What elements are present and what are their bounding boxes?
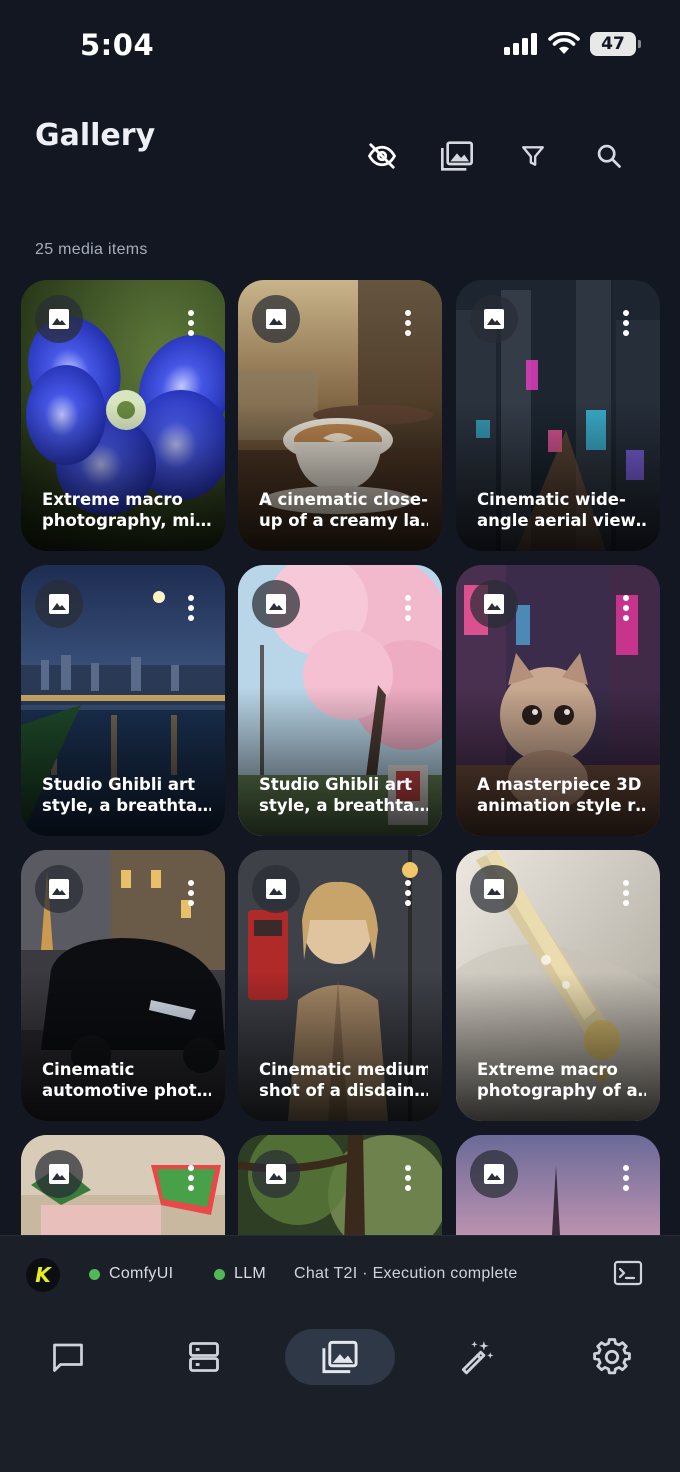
media-caption: Cinematic automotive phot… xyxy=(42,1060,211,1100)
chat-icon xyxy=(53,1343,83,1372)
media-card[interactable]: A cinematic close- up of a creamy la… xyxy=(238,280,442,551)
more-options-button[interactable] xyxy=(187,595,195,625)
status-bar: 5:04 47 xyxy=(0,0,680,90)
media-card[interactable] xyxy=(238,1135,442,1235)
image-icon xyxy=(484,594,504,614)
media-caption: Studio Ghibli art style, a breathta… xyxy=(42,775,211,815)
filter-button[interactable] xyxy=(513,136,553,176)
image-type-badge xyxy=(35,295,83,343)
magic-wand-icon xyxy=(461,1341,494,1375)
image-type-badge xyxy=(35,865,83,913)
llm-status: LLM xyxy=(214,1265,266,1283)
header-actions xyxy=(0,136,680,176)
nav-gallery[interactable] xyxy=(285,1329,395,1385)
more-options-button[interactable] xyxy=(404,1165,412,1195)
image-icon xyxy=(49,879,69,899)
more-options-button[interactable] xyxy=(187,1165,195,1195)
image-type-badge xyxy=(252,580,300,628)
bottom-navigation xyxy=(0,1311,680,1472)
filter-icon xyxy=(522,146,544,166)
media-caption: Studio Ghibli art style, a breathta… xyxy=(259,775,428,815)
status-dot xyxy=(214,1268,225,1280)
media-card[interactable]: Studio Ghibli art style, a breathta… xyxy=(21,565,225,836)
media-caption: A masterpiece 3D animation style r… xyxy=(477,775,646,815)
media-caption: Cinematic wide- angle aerial view… xyxy=(477,490,646,530)
media-caption: A cinematic close- up of a creamy la… xyxy=(259,490,428,530)
gallery-icon xyxy=(441,141,473,171)
media-caption: Cinematic medium shot of a disdain… xyxy=(259,1060,428,1100)
image-icon xyxy=(484,879,504,899)
media-caption: Extreme macro photography, mi… xyxy=(42,490,211,530)
more-options-button[interactable] xyxy=(404,595,412,625)
image-type-badge xyxy=(252,295,300,343)
media-grid: Extreme macro photography, mi… A cinemat… xyxy=(0,280,680,1235)
image-icon xyxy=(266,594,286,614)
search-icon xyxy=(597,144,621,168)
servers-icon xyxy=(189,1342,219,1372)
image-type-badge xyxy=(470,580,518,628)
albums-button[interactable] xyxy=(437,136,477,176)
nav-chat[interactable] xyxy=(13,1329,123,1385)
image-type-badge xyxy=(470,1150,518,1198)
hide-nsfw-button[interactable] xyxy=(362,136,402,176)
signal-icon xyxy=(504,33,537,55)
image-type-badge xyxy=(35,1150,83,1198)
app-logo: K xyxy=(26,1258,60,1292)
search-button[interactable] xyxy=(589,136,629,176)
more-options-button[interactable] xyxy=(404,880,412,910)
wifi-icon xyxy=(548,32,580,54)
more-options-button[interactable] xyxy=(622,595,630,625)
nav-settings[interactable] xyxy=(557,1329,667,1385)
media-card[interactable] xyxy=(21,1135,225,1235)
clock: 5:04 xyxy=(80,28,155,62)
media-caption: Extreme macro photography of a… xyxy=(477,1060,646,1100)
media-card[interactable]: Cinematic medium shot of a disdain… xyxy=(238,850,442,1121)
media-card[interactable]: A masterpiece 3D animation style r… xyxy=(456,565,660,836)
image-icon xyxy=(49,1164,69,1184)
more-options-button[interactable] xyxy=(622,880,630,910)
status-dot xyxy=(89,1268,100,1280)
console-button[interactable] xyxy=(613,1260,645,1290)
image-icon xyxy=(266,879,286,899)
media-card[interactable]: Cinematic automotive phot… xyxy=(21,850,225,1121)
nav-servers[interactable] xyxy=(149,1329,259,1385)
image-icon xyxy=(49,309,69,329)
media-count: 25 media items xyxy=(35,241,148,258)
service-name: ComfyUI xyxy=(109,1265,174,1282)
image-type-badge xyxy=(470,865,518,913)
image-type-badge xyxy=(252,1150,300,1198)
media-card[interactable]: Studio Ghibli art style, a breathta… xyxy=(238,565,442,836)
more-options-button[interactable] xyxy=(404,310,412,340)
image-icon xyxy=(266,1164,286,1184)
image-type-badge xyxy=(35,580,83,628)
connection-status-bar: K ComfyUI LLM Chat T2I · Execution compl… xyxy=(0,1235,680,1311)
media-card[interactable]: Cinematic wide- angle aerial view… xyxy=(456,280,660,551)
gallery-icon xyxy=(322,1340,358,1374)
comfyui-status: ComfyUI xyxy=(89,1265,173,1283)
image-icon xyxy=(49,594,69,614)
media-card[interactable]: Extreme macro photography of a… xyxy=(456,850,660,1121)
more-options-button[interactable] xyxy=(187,880,195,910)
settings-icon xyxy=(593,1338,631,1375)
image-icon xyxy=(266,309,286,329)
more-options-button[interactable] xyxy=(622,1165,630,1195)
battery-indicator: 47 xyxy=(590,32,641,56)
media-card[interactable]: Extreme macro photography, mi… xyxy=(21,280,225,551)
terminal-icon xyxy=(613,1260,643,1286)
image-type-badge xyxy=(470,295,518,343)
eye-off-icon xyxy=(367,143,397,169)
execution-status: Chat T2I · Execution complete xyxy=(294,1265,518,1282)
nav-generate[interactable] xyxy=(421,1329,531,1385)
media-card[interactable] xyxy=(456,1135,660,1235)
image-type-badge xyxy=(252,865,300,913)
image-icon xyxy=(484,309,504,329)
more-options-button[interactable] xyxy=(187,310,195,340)
image-icon xyxy=(484,1164,504,1184)
more-options-button[interactable] xyxy=(622,310,630,340)
service-name: LLM xyxy=(234,1265,267,1282)
